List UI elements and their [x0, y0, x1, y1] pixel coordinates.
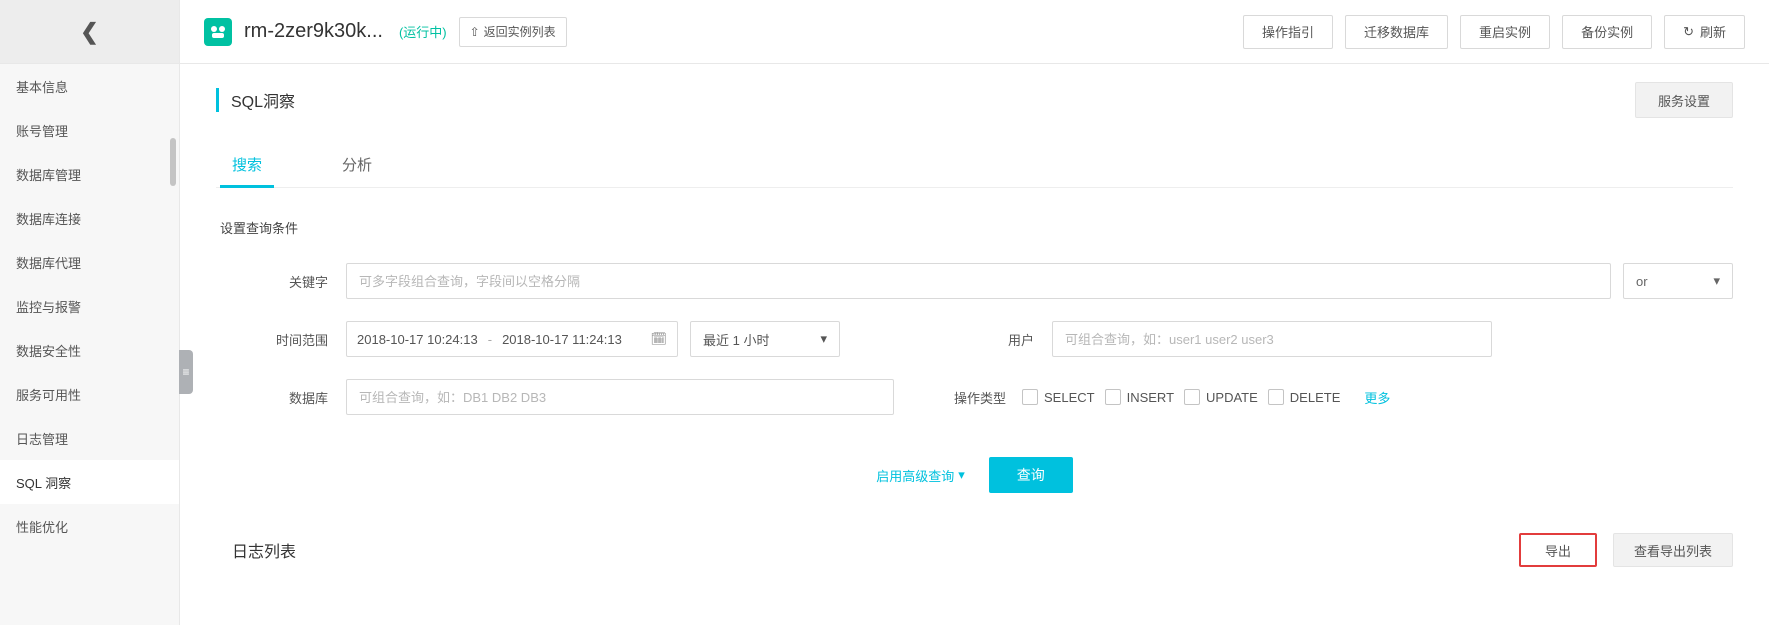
- keyword-label: 关键字: [216, 272, 346, 291]
- button-label: 迁移数据库: [1364, 22, 1429, 41]
- button-label: 备份实例: [1581, 22, 1633, 41]
- time-label: 时间范围: [216, 330, 346, 349]
- export-button[interactable]: 导出: [1519, 533, 1597, 567]
- status-badge: (运行中): [399, 22, 447, 41]
- sidebar-item-label: 监控与报警: [16, 297, 81, 316]
- refresh-button[interactable]: ↻ 刷新: [1664, 15, 1745, 49]
- time-to: 2018-10-17 11:24:13: [502, 332, 622, 347]
- refresh-icon: ↻: [1683, 24, 1694, 40]
- optype-more-link[interactable]: 更多: [1364, 388, 1390, 407]
- recent-range-select[interactable]: 最近 1 小时 ▾: [690, 321, 840, 357]
- select-value: 最近 1 小时: [703, 330, 769, 349]
- button-label: 操作指引: [1262, 22, 1314, 41]
- sidebar-item-label: 基本信息: [16, 77, 68, 96]
- sidebar-scrollbar[interactable]: [170, 138, 176, 186]
- sidebar: ❮ 基本信息 账号管理 数据库管理 数据库连接 数据库代理 监控与报警 数据安全…: [0, 0, 180, 625]
- instance-icon: [204, 18, 232, 46]
- page-title: SQL洞察: [216, 88, 295, 112]
- back-button-label: 返回实例列表: [484, 23, 556, 40]
- sidebar-item-label: 数据库代理: [16, 253, 81, 272]
- button-label: 服务设置: [1658, 94, 1710, 109]
- guide-button[interactable]: 操作指引: [1243, 15, 1333, 49]
- time-from: 2018-10-17 10:24:13: [357, 332, 478, 347]
- user-input[interactable]: [1052, 321, 1492, 357]
- tab-analyze[interactable]: 分析: [342, 146, 372, 187]
- sidebar-item-label: 数据库管理: [16, 165, 81, 184]
- optype-delete-checkbox[interactable]: DELETE: [1268, 389, 1341, 405]
- sidebar-item-sql-insight[interactable]: SQL 洞察: [0, 460, 179, 504]
- loglist-title: 日志列表: [232, 538, 296, 562]
- button-label: 重启实例: [1479, 22, 1531, 41]
- select-value: or: [1636, 274, 1648, 289]
- advanced-query-link[interactable]: 启用高级查询 ▾: [876, 466, 965, 485]
- collapse-icon: ≡: [182, 365, 189, 379]
- chevron-down-icon: ▾: [1713, 273, 1720, 289]
- sidebar-item-perf[interactable]: 性能优化: [0, 504, 179, 548]
- checkbox[interactable]: [1022, 389, 1038, 405]
- sidebar-item-security[interactable]: 数据安全性: [0, 328, 179, 372]
- sidebar-item-monitor[interactable]: 监控与报警: [0, 284, 179, 328]
- sidebar-items: 基本信息 账号管理 数据库管理 数据库连接 数据库代理 监控与报警 数据安全性 …: [0, 64, 179, 625]
- sidebar-item-label: 性能优化: [16, 517, 68, 536]
- sidebar-collapse-toggle[interactable]: ≡: [179, 350, 193, 394]
- sidebar-back[interactable]: ❮: [0, 0, 179, 64]
- chevron-down-icon: ▾: [958, 467, 965, 483]
- tab-search[interactable]: 搜索: [232, 146, 262, 187]
- checkbox-label: UPDATE: [1206, 390, 1258, 405]
- restart-button[interactable]: 重启实例: [1460, 15, 1550, 49]
- optype-insert-checkbox[interactable]: INSERT: [1105, 389, 1174, 405]
- back-to-list-button[interactable]: ⇧ 返回实例列表: [459, 17, 567, 47]
- sidebar-item-label: 日志管理: [16, 429, 68, 448]
- chevron-down-icon: ▾: [820, 331, 827, 347]
- time-separator: -: [488, 332, 492, 347]
- conditions-heading: 设置查询条件: [220, 218, 1733, 237]
- sidebar-item-label: 数据库连接: [16, 209, 81, 228]
- keyword-input[interactable]: [346, 263, 1611, 299]
- tabs: 搜索 分析: [216, 146, 1733, 188]
- optype-update-checkbox[interactable]: UPDATE: [1184, 389, 1258, 405]
- db-input[interactable]: [346, 379, 894, 415]
- button-label: 查询: [1017, 467, 1045, 483]
- sidebar-item-label: 账号管理: [16, 121, 68, 140]
- button-label: 导出: [1545, 544, 1571, 559]
- checkbox-label: INSERT: [1127, 390, 1174, 405]
- keyword-op-select[interactable]: or ▾: [1623, 263, 1733, 299]
- chevron-left-icon: ❮: [80, 19, 98, 45]
- sidebar-item-db-manage[interactable]: 数据库管理: [0, 152, 179, 196]
- sidebar-item-availability[interactable]: 服务可用性: [0, 372, 179, 416]
- service-settings-button[interactable]: 服务设置: [1635, 82, 1733, 118]
- button-label: 查看导出列表: [1634, 544, 1712, 559]
- db-label: 数据库: [216, 388, 346, 407]
- time-range-picker[interactable]: 2018-10-17 10:24:13 - 2018-10-17 11:24:1…: [346, 321, 678, 357]
- query-button[interactable]: 查询: [989, 457, 1073, 493]
- optype-label: 操作类型: [954, 388, 1006, 407]
- user-label: 用户: [1000, 330, 1052, 349]
- checkbox[interactable]: [1105, 389, 1121, 405]
- tab-label: 分析: [342, 157, 372, 174]
- checkbox[interactable]: [1268, 389, 1284, 405]
- sidebar-item-label: 数据安全性: [16, 341, 81, 360]
- sidebar-item-logs[interactable]: 日志管理: [0, 416, 179, 460]
- migrate-button[interactable]: 迁移数据库: [1345, 15, 1448, 49]
- header: rm-2zer9k30k... (运行中) ⇧ 返回实例列表 操作指引 迁移数据…: [180, 0, 1769, 64]
- sidebar-item-basic-info[interactable]: 基本信息: [0, 64, 179, 108]
- view-exports-button[interactable]: 查看导出列表: [1613, 533, 1733, 567]
- backup-button[interactable]: 备份实例: [1562, 15, 1652, 49]
- calendar-icon: 🗓: [650, 331, 667, 347]
- upload-icon: ⇧: [470, 25, 480, 39]
- checkbox-label: DELETE: [1290, 390, 1341, 405]
- link-label: 启用高级查询: [876, 466, 954, 485]
- sidebar-item-db-connect[interactable]: 数据库连接: [0, 196, 179, 240]
- sidebar-item-label: SQL 洞察: [16, 473, 71, 492]
- sidebar-item-account[interactable]: 账号管理: [0, 108, 179, 152]
- checkbox[interactable]: [1184, 389, 1200, 405]
- tab-label: 搜索: [232, 157, 262, 174]
- optype-select-checkbox[interactable]: SELECT: [1022, 389, 1095, 405]
- sidebar-item-db-proxy[interactable]: 数据库代理: [0, 240, 179, 284]
- sidebar-item-label: 服务可用性: [16, 385, 81, 404]
- checkbox-label: SELECT: [1044, 390, 1095, 405]
- button-label: 刷新: [1700, 22, 1726, 41]
- instance-name: rm-2zer9k30k...: [244, 20, 383, 43]
